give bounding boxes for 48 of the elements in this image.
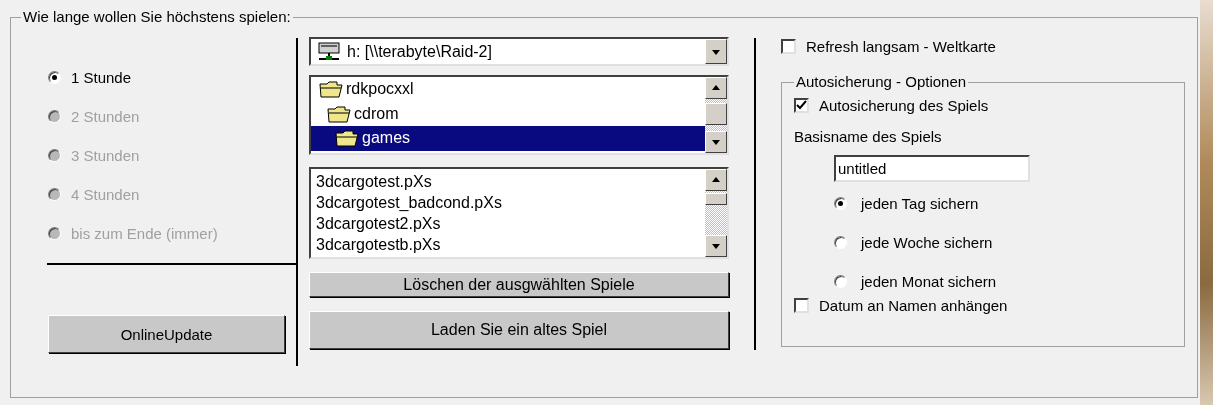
radio-label: bis zum Ende (immer) [71,225,218,242]
radio-button[interactable] [834,197,847,210]
file-list[interactable]: 3dcargotest.pXs 3dcargotest_badcond.pXs 3dcargotest2.pXs 3dcargotestb.pXs [309,167,729,259]
folder-item[interactable]: cdrom [311,101,705,126]
folder-item[interactable]: rdkpocxxl [311,77,705,102]
checkbox[interactable] [794,98,809,113]
scroll-up-button[interactable] [705,169,727,191]
file-item[interactable]: 3dcargotest2.pXs [311,213,705,234]
scroll-down-button[interactable] [705,39,727,64]
folder-list[interactable]: rdkpocxxl cdrom games [309,75,729,155]
basename-field[interactable]: untitled [834,155,1030,182]
file-item[interactable]: 3dcargotest_badcond.pXs [311,192,705,213]
delete-button[interactable]: Löschen der ausgwählten Spiele [309,272,729,297]
folder-icon [335,129,359,148]
file-item[interactable]: 3dcargotestb.pXs [311,234,705,255]
checkbox[interactable] [781,39,796,54]
radio-button[interactable] [834,236,847,249]
drive-dropdown[interactable]: h: [\\terabyte\Raid-2] [309,37,729,66]
radio-label: 1 Stunde [71,69,132,86]
folder-icon [327,104,351,123]
checkbox-label: Refresh langsam - Weltkarte [806,38,996,55]
radio-label: jeden Monat sichern [861,273,997,290]
scroll-down-button[interactable] [705,131,727,153]
scrollbar[interactable] [705,169,727,257]
field-label: Basisname des Spiels [794,128,943,145]
file-item[interactable]: 3dcargotest.pXs [311,171,705,192]
checkbox-label: Autosicherung des Spiels [819,97,989,114]
scroll-down-button[interactable] [705,235,727,257]
network-drive-icon [317,41,343,62]
radio-label: 4 Stunden [71,186,140,203]
load-button[interactable]: Laden Sie ein altes Spiel [309,311,729,349]
group-title: Autosicherung - Optionen [794,73,969,90]
checkbox-label: Datum an Namen anhängen [819,297,1008,314]
scroll-up-button[interactable] [705,77,727,99]
radio-label: jeden Tag sichern [861,195,979,212]
checkbox[interactable] [794,298,809,313]
radio-label: 2 Stunden [71,108,140,125]
group-title: Wie lange wollen Sie höchstens spielen: [21,8,293,25]
folder-item[interactable]: games [311,126,705,151]
radio-button[interactable] [834,275,847,288]
scrollbar-thumb[interactable] [705,193,727,205]
radio-label: 3 Stunden [71,147,140,164]
folder-icon [319,80,343,99]
radio-button[interactable] [48,71,61,84]
online-update-button[interactable]: OnlineUpdate [48,315,285,353]
radio-label: jede Woche sichern [861,234,993,251]
scrollbar-thumb[interactable] [705,103,727,125]
scrollbar[interactable] [705,77,727,153]
